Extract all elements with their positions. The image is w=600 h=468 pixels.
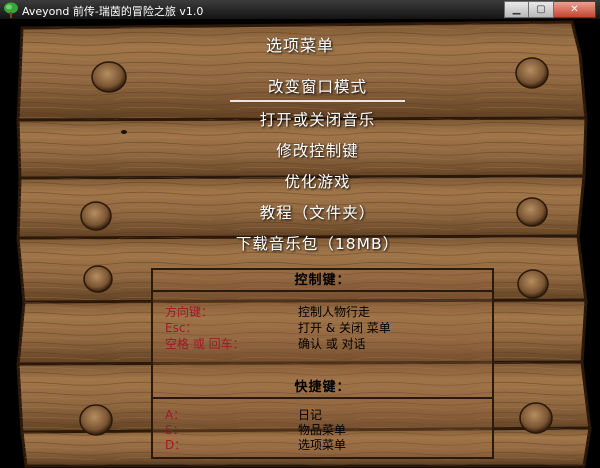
control-key: 空格 或 回车： [165,337,245,351]
menu-item-window-mode[interactable]: 改变窗口模式 [230,75,405,102]
shortcut-row: S： 物品菜单 [165,422,485,438]
menu-item-download-music[interactable]: 下载音乐包（18MB） [230,230,405,261]
title-bar[interactable]: Aveyond 前传-瑞茵的冒险之旅 v1.0 ▁ ▢ ✕ [0,0,600,20]
shortcut-key: S： [165,423,185,437]
tree-icon [4,2,18,18]
menu-item-toggle-music[interactable]: 打开或关闭音乐 [230,106,405,137]
shortcut-row: D： 选项菜单 [165,437,485,453]
shortcut-key: A： [165,408,186,422]
control-row: Esc： 打开 & 关闭 菜单 [165,320,485,336]
control-row: 空格 或 回车： 确认 或 对话 [165,336,485,352]
control-key: Esc： [165,321,198,335]
menu-title: 选项菜单 [265,36,334,55]
window-title: Aveyond 前传-瑞茵的冒险之旅 v1.0 [22,5,204,18]
controls-heading: 控制键： [153,270,492,292]
shortcut-action: 物品菜单 [298,423,347,437]
control-action: 确认 或 对话 [298,337,366,351]
game-screen: 选项菜单 改变窗口模式 打开或关闭音乐 修改控制键 优化游戏 教程（文件夹） 下… [0,20,600,468]
minimize-icon[interactable]: ▁ [504,1,529,18]
menu-item-tutorial-folder[interactable]: 教程（文件夹） [230,199,405,230]
help-panel: 控制键： 方向键： 控制人物行走 Esc： 打开 & 关闭 菜单 空格 或 回车… [151,268,494,459]
shortcut-action: 日记 [298,408,323,422]
close-icon[interactable]: ✕ [554,1,596,18]
menu-item-optimize-game[interactable]: 优化游戏 [230,168,405,199]
control-key: 方向键： [165,305,214,319]
shortcuts-heading: 快捷键： [153,377,492,399]
control-row: 方向键： 控制人物行走 [165,304,485,320]
shortcut-action: 选项菜单 [298,438,347,452]
shortcut-key: D： [165,438,187,452]
control-action: 控制人物行走 [298,305,371,319]
options-menu: 改变窗口模式 打开或关闭音乐 修改控制键 优化游戏 教程（文件夹） 下载音乐包（… [230,75,405,261]
shortcut-row: A： 日记 [165,407,485,423]
maximize-icon[interactable]: ▢ [529,1,554,18]
menu-item-edit-controls[interactable]: 修改控制键 [230,137,405,168]
control-action: 打开 & 关闭 菜单 [298,321,391,335]
